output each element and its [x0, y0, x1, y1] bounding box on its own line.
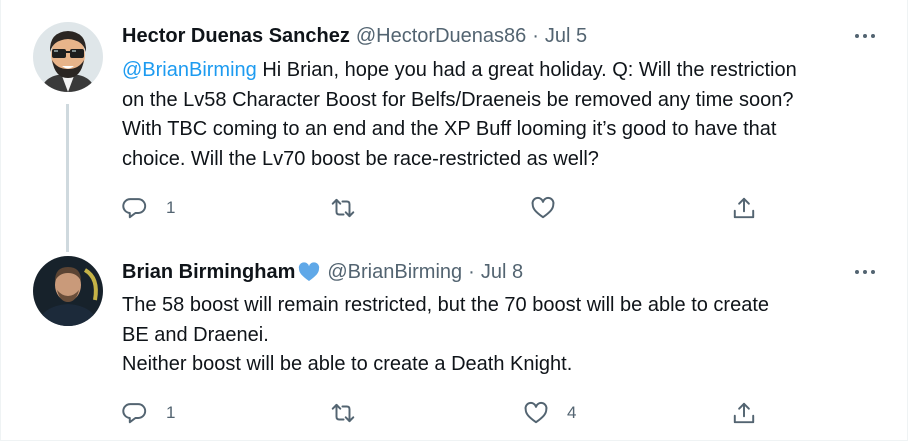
retweet-icon	[331, 198, 355, 218]
more-options-icon[interactable]	[851, 262, 879, 282]
separator: ·	[532, 24, 539, 47]
reply-button[interactable]: 1	[122, 397, 175, 429]
share-button[interactable]	[731, 192, 757, 224]
retweet-button[interactable]	[330, 397, 356, 429]
text-line: choice. Will the Lv70 boost be race-rest…	[122, 147, 599, 170]
tweet-date[interactable]: Jul 8	[481, 261, 523, 284]
author-handle[interactable]: @HectorDuenas86	[356, 25, 526, 48]
like-button[interactable]	[530, 192, 556, 224]
author-handle[interactable]: @BrianBirming	[327, 261, 462, 284]
avatar[interactable]	[33, 256, 103, 326]
share-button[interactable]	[731, 397, 757, 429]
photo-avatar-icon	[33, 256, 103, 326]
text-line: @BrianBirming Hi Brian, hope you had a g…	[122, 59, 797, 81]
text-line: With TBC coming to an end and the XP Buf…	[122, 118, 777, 141]
reply-button[interactable]: 1	[122, 192, 175, 224]
reply-icon	[122, 403, 147, 424]
retweet-button[interactable]	[330, 192, 356, 224]
reply-count: 1	[166, 198, 176, 217]
thread-connector-line	[66, 104, 69, 252]
reply-count: 1	[166, 403, 176, 422]
tweet-header: Hector Duenas Sanchez @HectorDuenas86 · …	[122, 23, 587, 49]
avatar[interactable]	[33, 22, 103, 92]
separator: ·	[468, 260, 475, 283]
tweet-date[interactable]: Jul 5	[545, 25, 587, 48]
like-count: 4	[567, 403, 577, 422]
more-options-icon[interactable]	[851, 26, 879, 46]
tweet-header: Brian Birmingham @BrianBirming · Jul 8	[122, 259, 523, 285]
author-name[interactable]: Brian Birmingham	[122, 261, 295, 284]
author-name[interactable]: Hector Duenas Sanchez	[122, 25, 350, 48]
text-line: Neither boost will be able to create a D…	[122, 353, 573, 376]
heart-icon	[531, 196, 555, 219]
tweet-brian[interactable]: Brian Birmingham @BrianBirming · Jul 8 T…	[1, 250, 908, 440]
text-line: BE and Draenei.	[122, 323, 269, 346]
retweet-icon	[331, 403, 355, 423]
tweet-thread: Hector Duenas Sanchez @HectorDuenas86 · …	[0, 0, 908, 441]
text-line: on the Lv58 Character Boost for Belfs/Dr…	[122, 88, 794, 111]
share-icon	[733, 197, 755, 219]
share-icon	[733, 402, 755, 424]
like-button[interactable]: 4	[523, 397, 576, 429]
heart-icon	[299, 262, 320, 281]
tweet-hector[interactable]: Hector Duenas Sanchez @HectorDuenas86 · …	[1, 0, 908, 252]
reply-icon	[122, 198, 147, 219]
cartoon-avatar-icon	[33, 22, 103, 92]
mention-link[interactable]: @BrianBirming	[122, 59, 257, 81]
heart-icon	[524, 401, 548, 424]
tweet-text: The 58 boost will remain restricted, but…	[122, 291, 892, 380]
tweet-text: @BrianBirming Hi Brian, hope you had a g…	[122, 56, 892, 174]
text-line: The 58 boost will remain restricted, but…	[122, 294, 770, 316]
